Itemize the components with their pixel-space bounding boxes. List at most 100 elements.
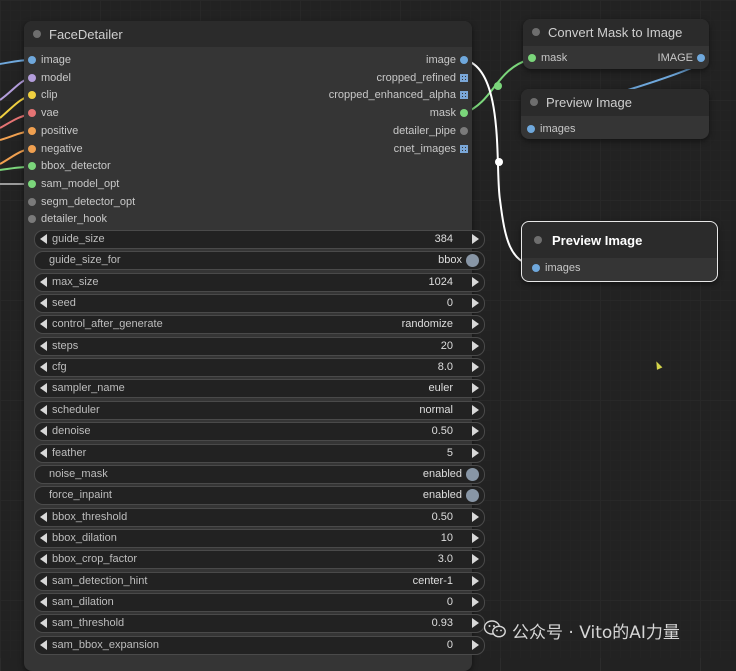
increment-arrow-icon[interactable] [472, 575, 479, 586]
decrement-arrow-icon[interactable] [40, 511, 47, 522]
decrement-arrow-icon[interactable] [40, 639, 47, 650]
increment-arrow-icon[interactable] [472, 596, 479, 607]
preview-image-node-2[interactable]: Preview Image images [521, 221, 718, 282]
output-slot-cropped-refined[interactable]: cropped_refined [268, 70, 468, 86]
face-detailer-node[interactable]: FaceDetailer image model clip vae positive ne… [24, 21, 485, 671]
slot-dot[interactable] [28, 215, 36, 224]
widget-guide-size[interactable]: guide_size 384 [34, 230, 485, 249]
slot-dot[interactable] [528, 54, 536, 62]
slot-dot[interactable] [28, 56, 36, 64]
decrement-arrow-icon[interactable] [40, 618, 47, 629]
convert-mask-title-bar[interactable]: Convert Mask to Image [523, 19, 709, 46]
slot-dot[interactable] [28, 109, 36, 118]
widget-guide-size-for[interactable]: guide_size_for bbox [34, 251, 485, 271]
widget-sampler-name[interactable]: sampler_name euler [34, 379, 485, 399]
preview-image-title-bar[interactable]: Preview Image [521, 89, 709, 116]
slot-dot[interactable] [532, 264, 540, 272]
widget-value: center-1 [412, 574, 453, 587]
slot-dot[interactable] [460, 126, 468, 135]
widget-denoise[interactable]: denoise 0.50 [34, 422, 485, 442]
increment-arrow-icon[interactable] [472, 234, 479, 244]
preview-image-title-bar[interactable]: Preview Image [522, 222, 717, 258]
widget-value: 20 [440, 339, 453, 352]
decrement-arrow-icon[interactable] [40, 532, 47, 543]
preview-image-node-1[interactable]: Preview Image images [521, 89, 709, 139]
list-output-icon[interactable] [460, 73, 468, 82]
face-detailer-title-bar[interactable]: FaceDetailer [24, 21, 472, 47]
decrement-arrow-icon[interactable] [40, 383, 47, 394]
widget-seed[interactable]: seed 0 [34, 294, 485, 314]
widget-max-size[interactable]: max_size 1024 [34, 272, 485, 292]
slot-dot[interactable] [460, 56, 468, 64]
slot-dot[interactable] [460, 109, 468, 118]
widget-bbox-threshold[interactable]: bbox_threshold 0.50 [34, 507, 485, 527]
output-slot-mask[interactable]: mask [268, 105, 468, 121]
increment-arrow-icon[interactable] [472, 532, 479, 543]
increment-arrow-icon[interactable] [472, 319, 479, 330]
widget-force-inpaint[interactable]: force_inpaint enabled [34, 486, 485, 506]
node-collapse-dot[interactable] [532, 28, 540, 36]
widget-label: noise_mask [49, 467, 108, 480]
widget-bbox-crop-factor[interactable]: bbox_crop_factor 3.0 [34, 550, 485, 570]
slot-dot[interactable] [28, 73, 36, 82]
decrement-arrow-icon[interactable] [40, 596, 47, 607]
widget-scheduler[interactable]: scheduler normal [34, 400, 485, 420]
slot-dot[interactable] [28, 126, 36, 135]
output-slot-image[interactable]: image [268, 52, 468, 68]
decrement-arrow-icon[interactable] [40, 276, 47, 287]
widget-steps[interactable]: steps 20 [34, 336, 485, 356]
list-output-icon[interactable] [460, 91, 468, 100]
widget-sam-detection-hint[interactable]: sam_detection_hint center-1 [34, 571, 485, 591]
decrement-arrow-icon[interactable] [40, 404, 47, 415]
widget-sam-threshold[interactable]: sam_threshold 0.93 [34, 614, 485, 634]
output-slot-image[interactable]: IMAGE [625, 50, 705, 66]
decrement-arrow-icon[interactable] [40, 575, 47, 586]
list-output-icon[interactable] [460, 144, 468, 153]
widget-feather[interactable]: feather 5 [34, 443, 485, 463]
widget-sam-bbox-expansion[interactable]: sam_bbox_expansion 0 [34, 635, 485, 655]
increment-arrow-icon[interactable] [472, 639, 479, 650]
widget-control-after-generate[interactable]: control_after_generate randomize [34, 315, 485, 335]
decrement-arrow-icon[interactable] [40, 554, 47, 565]
increment-arrow-icon[interactable] [472, 618, 479, 629]
slot-dot[interactable] [527, 125, 535, 133]
decrement-arrow-icon[interactable] [40, 426, 47, 437]
increment-arrow-icon[interactable] [472, 383, 479, 394]
increment-arrow-icon[interactable] [472, 511, 479, 522]
slot-dot[interactable] [28, 144, 36, 153]
increment-arrow-icon[interactable] [472, 554, 479, 565]
slot-dot[interactable] [697, 54, 705, 62]
increment-arrow-icon[interactable] [472, 276, 479, 287]
convert-mask-node[interactable]: Convert Mask to Image mask IMAGE [523, 19, 709, 69]
toggle-knob[interactable] [466, 467, 479, 481]
widget-sam-dilation[interactable]: sam_dilation 0 [34, 592, 485, 612]
decrement-arrow-icon[interactable] [40, 298, 47, 309]
node-collapse-dot[interactable] [534, 236, 542, 244]
slot-dot[interactable] [28, 179, 36, 188]
decrement-arrow-icon[interactable] [40, 362, 47, 373]
slot-dot[interactable] [28, 197, 36, 206]
decrement-arrow-icon[interactable] [40, 319, 47, 330]
widget-cfg[interactable]: cfg 8.0 [34, 358, 485, 378]
increment-arrow-icon[interactable] [472, 404, 479, 415]
slot-dot[interactable] [28, 91, 36, 100]
increment-arrow-icon[interactable] [472, 447, 479, 458]
toggle-knob[interactable] [466, 489, 479, 503]
increment-arrow-icon[interactable] [472, 362, 479, 373]
decrement-arrow-icon[interactable] [40, 340, 47, 351]
widget-label: sam_threshold [52, 617, 125, 630]
decrement-arrow-icon[interactable] [40, 447, 47, 458]
decrement-arrow-icon[interactable] [40, 234, 47, 244]
node-collapse-dot[interactable] [33, 30, 41, 38]
increment-arrow-icon[interactable] [472, 340, 479, 351]
slot-dot[interactable] [28, 162, 36, 171]
node-collapse-dot[interactable] [530, 98, 538, 106]
output-slot-cropped-enhanced-alpha[interactable]: cropped_enhanced_alpha [268, 87, 468, 103]
output-slot-cnet-images[interactable]: cnet_images [268, 141, 468, 157]
toggle-knob[interactable] [466, 254, 479, 268]
widget-noise-mask[interactable]: noise_mask enabled [34, 464, 485, 484]
output-slot-detailer-pipe[interactable]: detailer_pipe [268, 123, 468, 139]
increment-arrow-icon[interactable] [472, 298, 479, 309]
widget-bbox-dilation[interactable]: bbox_dilation 10 [34, 528, 485, 548]
increment-arrow-icon[interactable] [472, 426, 479, 437]
